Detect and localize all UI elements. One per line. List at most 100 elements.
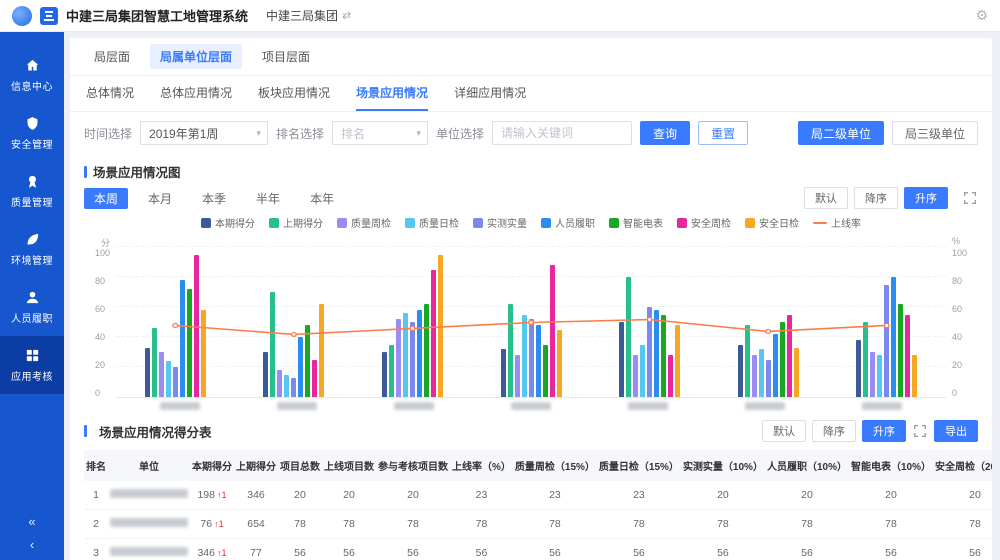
legend-item[interactable]: 智能电表 <box>609 215 663 230</box>
bar[interactable] <box>884 285 889 398</box>
sub-tab-2[interactable]: 板块应用情况 <box>258 84 330 111</box>
sidebar-item-medal[interactable]: 质量管理 <box>0 162 64 220</box>
bar[interactable] <box>891 277 896 397</box>
query-button[interactable]: 查询 <box>640 121 690 145</box>
bar[interactable] <box>263 352 268 397</box>
bar[interactable] <box>382 352 387 397</box>
fullscreen-icon[interactable] <box>962 190 978 206</box>
bar[interactable] <box>298 337 303 397</box>
legend-item[interactable]: 人员履职 <box>541 215 595 230</box>
bar[interactable] <box>877 355 882 397</box>
bar[interactable] <box>905 315 910 398</box>
bar[interactable] <box>312 360 317 398</box>
bar[interactable] <box>557 330 562 398</box>
bar[interactable] <box>619 322 624 397</box>
bar[interactable] <box>550 265 555 397</box>
sub-tab-4[interactable]: 详细应用情况 <box>454 84 526 111</box>
bar[interactable] <box>284 375 289 398</box>
bar[interactable] <box>668 355 673 397</box>
level3-units-button[interactable]: 局三级单位 <box>892 121 978 145</box>
bar[interactable] <box>438 255 443 398</box>
bar[interactable] <box>152 328 157 397</box>
bar[interactable] <box>424 304 429 397</box>
unit-search-input[interactable] <box>492 121 632 145</box>
bar[interactable] <box>166 361 171 397</box>
sort-asc-button[interactable]: 升序 <box>904 187 948 209</box>
sidebar-item-leaf[interactable]: 环境管理 <box>0 220 64 278</box>
legend-item-line[interactable]: 上线率 <box>813 215 861 230</box>
legend-item[interactable]: 实测实量 <box>473 215 527 230</box>
level-tab-0[interactable]: 局层面 <box>84 44 140 69</box>
bar[interactable] <box>780 322 785 397</box>
sort-desc-button[interactable]: 降序 <box>812 420 856 442</box>
sub-tab-3[interactable]: 场景应用情况 <box>356 84 428 111</box>
bar[interactable] <box>501 349 506 397</box>
bar[interactable] <box>187 289 192 397</box>
bar[interactable] <box>640 345 645 398</box>
sort-default-button[interactable]: 默认 <box>804 187 848 209</box>
legend-item[interactable]: 质量日检 <box>405 215 459 230</box>
bar[interactable] <box>529 319 534 397</box>
bar[interactable] <box>773 334 778 397</box>
bar[interactable] <box>633 355 638 397</box>
period-tab-1[interactable]: 本月 <box>138 188 182 209</box>
bar[interactable] <box>515 355 520 397</box>
bar[interactable] <box>194 255 199 398</box>
bar[interactable] <box>508 304 513 397</box>
bar[interactable] <box>898 304 903 397</box>
bar[interactable] <box>536 325 541 397</box>
bar[interactable] <box>159 352 164 397</box>
legend-item[interactable]: 本期得分 <box>201 215 255 230</box>
bar[interactable] <box>745 325 750 397</box>
bar[interactable] <box>305 325 310 397</box>
bar[interactable] <box>277 370 282 397</box>
bar[interactable] <box>787 315 792 398</box>
export-button[interactable]: 导出 <box>934 420 978 442</box>
sort-default-button[interactable]: 默认 <box>762 420 806 442</box>
legend-item[interactable]: 安全周检 <box>677 215 731 230</box>
rank-select[interactable]: 排名 ▾ <box>332 121 428 145</box>
legend-item[interactable]: 上期得分 <box>269 215 323 230</box>
bar[interactable] <box>626 277 631 397</box>
collapse-double-chevron-icon[interactable]: « <box>28 514 35 529</box>
bar[interactable] <box>675 325 680 397</box>
bar[interactable] <box>396 319 401 397</box>
sidebar-item-shield[interactable]: 安全管理 <box>0 104 64 162</box>
bar[interactable] <box>319 304 324 397</box>
bar[interactable] <box>417 310 422 397</box>
bar[interactable] <box>654 310 659 397</box>
bar[interactable] <box>410 322 415 397</box>
bar[interactable] <box>431 270 436 398</box>
bar[interactable] <box>661 315 666 398</box>
gear-icon[interactable]: ⚙ <box>975 7 988 24</box>
legend-item[interactable]: 质量周检 <box>337 215 391 230</box>
sub-tab-0[interactable]: 总体情况 <box>86 84 134 111</box>
bar[interactable] <box>856 340 861 397</box>
collapse-chevron-icon[interactable]: ‹ <box>30 537 34 552</box>
level-tab-1[interactable]: 局属单位层面 <box>150 44 242 69</box>
bar[interactable] <box>389 345 394 398</box>
bar[interactable] <box>794 348 799 398</box>
period-tab-0[interactable]: 本周 <box>84 188 128 209</box>
bar[interactable] <box>543 345 548 398</box>
fullscreen-icon[interactable] <box>912 423 928 439</box>
period-tab-3[interactable]: 半年 <box>246 188 290 209</box>
sub-tab-1[interactable]: 总体应用情况 <box>160 84 232 111</box>
sidebar-item-apps[interactable]: 应用考核 <box>0 336 64 394</box>
bar[interactable] <box>173 367 178 397</box>
period-tab-4[interactable]: 本年 <box>300 188 344 209</box>
period-tab-2[interactable]: 本季 <box>192 188 236 209</box>
bar[interactable] <box>912 355 917 397</box>
legend-item[interactable]: 安全日检 <box>745 215 799 230</box>
bar[interactable] <box>201 310 206 397</box>
bar[interactable] <box>863 322 868 397</box>
sort-asc-button[interactable]: 升序 <box>862 420 906 442</box>
org-switcher[interactable]: 中建三局集团 ⇄ <box>266 7 351 24</box>
sidebar-item-person[interactable]: 人员履职 <box>0 278 64 336</box>
bar[interactable] <box>145 348 150 398</box>
time-select[interactable]: 2019年第1周 ▾ <box>140 121 268 145</box>
bar[interactable] <box>738 345 743 398</box>
bar[interactable] <box>647 307 652 397</box>
level-tab-2[interactable]: 项目层面 <box>252 44 320 69</box>
bar[interactable] <box>752 355 757 397</box>
